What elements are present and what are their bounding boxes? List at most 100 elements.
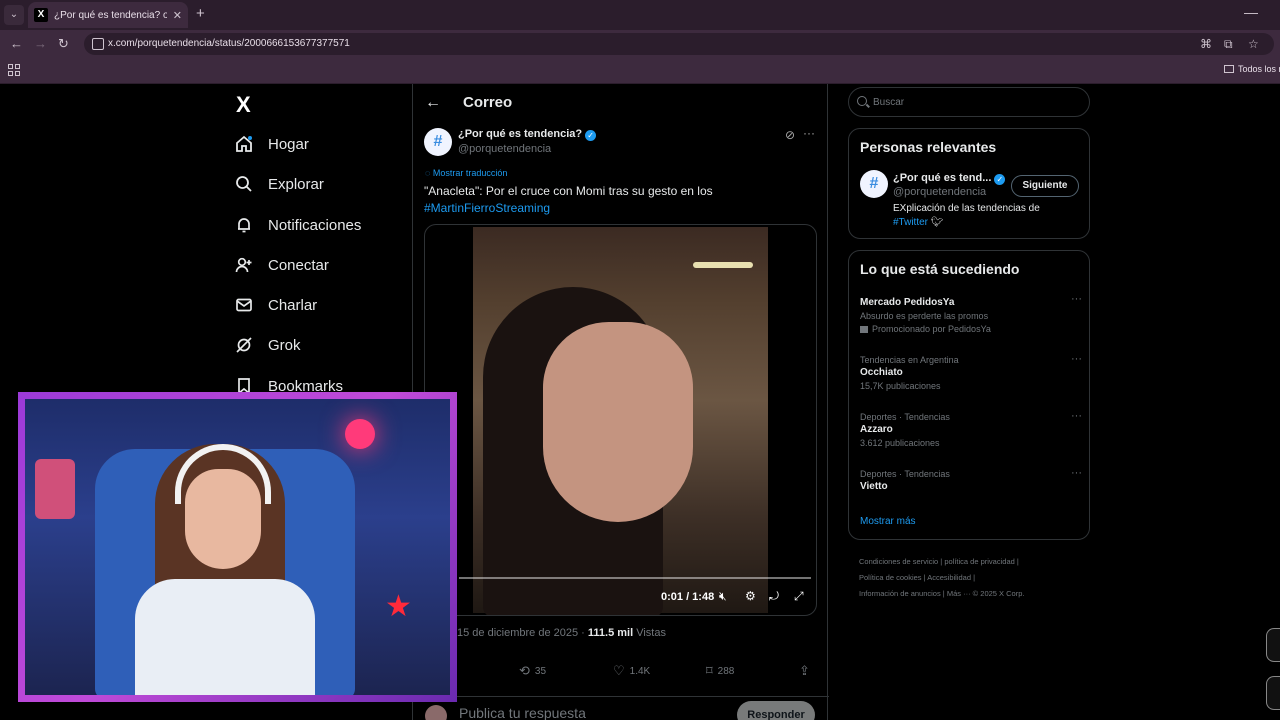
reply-composer: Publica tu respuesta Responder — [413, 696, 829, 720]
back-icon[interactable]: ← — [10, 36, 23, 51]
tweet-meta: 15 de diciembre de 2025 · 111.5 mil Vist… — [457, 627, 666, 639]
following-button[interactable]: Siguiente — [1011, 175, 1079, 197]
search-placeholder: Buscar — [873, 97, 905, 108]
home-icon — [234, 134, 254, 154]
trend-item[interactable]: Mercado PedidosYa Absurdo es perderte la… — [860, 293, 1082, 334]
footer-line-3[interactable]: Información de anuncios | Más ··· © 2025… — [859, 586, 1089, 602]
webcam-feed: ★ — [25, 399, 450, 695]
nav-messages-label: Charlar — [268, 296, 318, 314]
tweet-date[interactable]: 15 de diciembre de 2025 · — [457, 627, 588, 639]
promoted-icon — [860, 326, 868, 333]
trend-category: Deportes · Tendencias — [860, 412, 950, 422]
browser-tab-bar: ⌄ X ¿Por qué es tendencia? on X: " ✕ + — — [0, 0, 1280, 30]
translate-icon[interactable]: ⌘ — [1200, 37, 1212, 51]
nav-notifications-label: Notificaciones — [268, 216, 362, 234]
edge-widget[interactable] — [1266, 676, 1280, 710]
cast-icon[interactable]: ⧉ — [1224, 37, 1233, 52]
reply-button[interactable]: Responder — [737, 701, 815, 720]
browser-tab[interactable]: X ¿Por qué es tendencia? on X: " ✕ — [28, 2, 188, 28]
trend-category: Tendencias en Argentina — [860, 355, 959, 365]
trend-item[interactable]: Deportes · Tendencias Vietto ··· — [860, 467, 1082, 492]
grok-explain-icon[interactable]: ⊘ — [785, 128, 795, 142]
promoted-text: Promocionado por PedidosYa — [872, 324, 991, 334]
share-icon: ⇪ — [799, 663, 810, 678]
relevant-person-avatar[interactable]: # — [860, 170, 888, 198]
tab-search-button[interactable]: ⌄ — [4, 5, 24, 25]
share-button[interactable]: ⇪ — [799, 663, 810, 679]
trend-name: Occhiato — [860, 367, 903, 378]
nav-explore[interactable]: Explorar — [234, 171, 324, 197]
trend-more-icon[interactable]: ··· — [1071, 467, 1082, 479]
add-person-icon — [234, 255, 254, 275]
apps-icon[interactable] — [8, 64, 20, 76]
nav-grok-label: Grok — [268, 336, 301, 354]
relevant-person-name[interactable]: ¿Por qué es tend... ✓ — [893, 172, 1006, 185]
reply-input[interactable]: Publica tu respuesta — [459, 705, 586, 720]
mute-icon[interactable]: 🔇︎ — [719, 589, 727, 604]
bookmark-button[interactable]: ⌑ 288 — [706, 663, 734, 679]
video-frame — [473, 227, 768, 615]
new-tab-button[interactable]: + — [196, 5, 205, 22]
rotate-icon[interactable]: ⤾ — [769, 589, 779, 604]
url-text: x.com/porquetendencia/status/20006661536… — [108, 38, 350, 49]
relevant-person-bio: EXplicación de las tendencias de #Twitte… — [893, 202, 1083, 230]
author-avatar[interactable]: # — [424, 128, 452, 156]
tweet-actions: ⟲ 35 ♡ 1.4K ⌑ 288 ⇪ — [413, 659, 829, 683]
nav-grok[interactable]: Grok — [234, 332, 301, 358]
retweet-count: 35 — [534, 665, 547, 677]
nav-notifications[interactable]: Notificaciones — [234, 212, 361, 238]
video-player[interactable]: 0:01 / 1:48 🔇︎ ⚙ ⤾ ⤢ — [424, 224, 817, 616]
retweet-button[interactable]: ⟲ 35 — [519, 663, 546, 679]
star-icon[interactable]: ☆ — [1248, 37, 1259, 51]
author-name[interactable]: ¿Por qué es tendencia? ✓ — [458, 128, 597, 141]
bookmark-icon: ⌑ — [706, 663, 713, 678]
bell-icon — [234, 215, 254, 235]
search-icon — [857, 96, 867, 106]
trend-description: Absurdo es perderte las promos — [860, 311, 989, 321]
settings-icon[interactable]: ⚙ — [745, 589, 756, 603]
show-translation-link[interactable]: ◌ Mostrar traducción — [425, 168, 507, 178]
search-input[interactable]: Buscar — [848, 87, 1090, 117]
bookmarks-folder[interactable]: Todos los m — [1224, 64, 1280, 74]
nav-messages[interactable]: Charlar — [234, 292, 317, 318]
trend-more-icon[interactable]: ··· — [1071, 410, 1082, 422]
nav-connect[interactable]: Conectar — [234, 252, 329, 278]
star-decoration-icon: ★ — [385, 590, 412, 623]
fullscreen-icon[interactable]: ⤢ — [794, 589, 804, 604]
retweet-icon: ⟲ — [519, 663, 530, 678]
trend-more-icon[interactable]: ··· — [1071, 353, 1082, 365]
site-info-icon[interactable] — [92, 38, 104, 50]
trend-item[interactable]: Tendencias en Argentina Occhiato 15,7K p… — [860, 353, 1082, 391]
page-title: Correo — [463, 94, 513, 111]
edge-widget[interactable] — [1266, 628, 1280, 662]
nav-home-label: Hogar — [268, 135, 309, 153]
nav-connect-label: Conectar — [268, 256, 329, 274]
video-light — [693, 262, 753, 268]
back-arrow-icon[interactable]: ← — [425, 94, 441, 112]
tab-title: ¿Por qué es tendencia? on X: " — [54, 9, 167, 21]
nav-explore-label: Explorar — [268, 175, 324, 193]
trend-item[interactable]: Deportes · Tendencias Azzaro 3.612 publi… — [860, 410, 1082, 448]
forward-icon[interactable]: → — [34, 36, 47, 51]
reload-icon[interactable]: ↻ — [58, 36, 69, 52]
trend-more-icon[interactable]: ··· — [1071, 293, 1082, 305]
webcam-background-object — [35, 459, 75, 519]
folder-icon — [1224, 65, 1234, 73]
relevant-person-handle[interactable]: @porquetendencia — [893, 186, 986, 198]
nav-home[interactable]: Hogar — [234, 131, 309, 157]
like-button[interactable]: ♡ 1.4K — [613, 663, 650, 679]
trend-post-count: 3.612 publicaciones — [860, 438, 940, 448]
tweet-hashtag-link[interactable]: #MartinFierroStreaming — [424, 201, 550, 215]
bio-hashtag-link[interactable]: #Twitter — [893, 217, 928, 228]
footer-line-2[interactable]: Política de cookies | Accesibilidad | — [859, 570, 1089, 586]
window-minimize-button[interactable]: — — [1244, 4, 1258, 20]
verified-badge-icon: ✓ — [585, 130, 597, 141]
show-more-link[interactable]: Mostrar más — [860, 516, 916, 527]
x-logo-icon[interactable]: X — [236, 92, 251, 118]
more-options-icon[interactable]: ··· — [803, 126, 815, 140]
footer-line-1[interactable]: Condiciones de servicio | política de pr… — [859, 554, 1089, 570]
tab-close-icon[interactable]: ✕ — [173, 9, 182, 22]
author-handle[interactable]: @porquetendencia — [458, 143, 551, 155]
video-progress-bar[interactable] — [459, 577, 811, 579]
url-field[interactable]: x.com/porquetendencia/status/20006661536… — [84, 33, 1274, 55]
